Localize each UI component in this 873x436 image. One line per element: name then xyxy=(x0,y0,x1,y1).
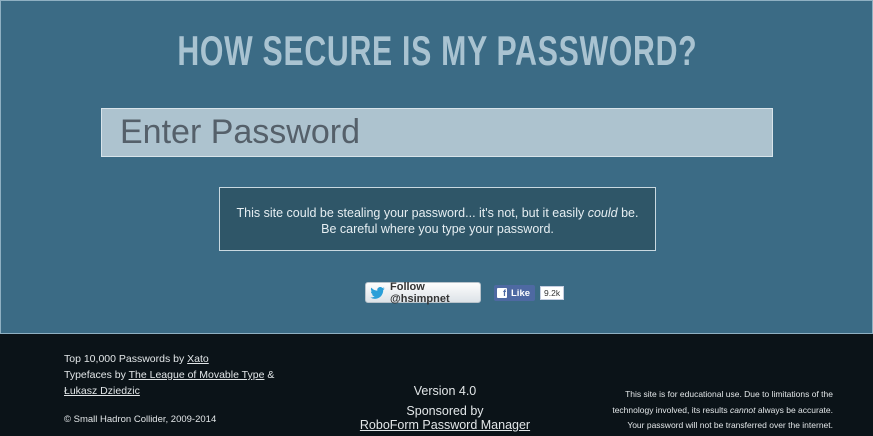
twitter-follow-label: Follow @hsimpnet xyxy=(390,280,450,305)
facebook-like-count: 9.2k xyxy=(540,286,565,300)
security-notice: This site could be stealing your passwor… xyxy=(219,187,656,251)
sponsored-by-label: Sponsored by xyxy=(406,404,484,418)
lukasz-dziedzic-link[interactable]: Łukasz Dziedzic xyxy=(64,385,140,397)
facebook-like-button[interactable]: f Like xyxy=(494,285,536,301)
notice-line2: Be careful where you type your password. xyxy=(321,222,554,236)
credit-passwords-text: Top 10,000 Passwords by xyxy=(64,353,188,365)
disclaimer-line2-em: cannot xyxy=(729,404,756,415)
roboform-link[interactable]: RoboForm Password Manager xyxy=(360,418,530,432)
footer-disclaimer: This site is for educational use. Due to… xyxy=(575,387,833,434)
facebook-f-icon: f xyxy=(497,288,507,298)
footer-center: Version 4.0 Sponsored by RoboForm Passwo… xyxy=(340,384,550,432)
twitter-follow-button[interactable]: Follow @hsimpnet xyxy=(365,280,481,305)
credit-typefaces-text: Typefaces by xyxy=(64,369,129,381)
notice-line1-em: could xyxy=(587,206,618,220)
disclaimer-line2-b: always be accurate. xyxy=(755,404,833,415)
facebook-like-label: Like xyxy=(511,287,531,299)
copyright: © Small Hadron Collider, 2009-2014 xyxy=(64,414,217,425)
credit-ampersand: & xyxy=(264,369,275,381)
disclaimer-line1: This site is for educational use. Due to… xyxy=(625,389,833,399)
notice-line1-b: be. xyxy=(617,206,639,220)
footer: Top 10,000 Passwords by Xato Typefaces b… xyxy=(0,334,873,436)
facebook-like-widget: f Like 9.2k xyxy=(494,285,565,301)
xato-link[interactable]: Xato xyxy=(187,353,209,365)
disclaimer-line2-a: technology involved, its results xyxy=(612,404,730,415)
page-title: HOW SECURE IS MY PASSWORD? xyxy=(177,27,698,74)
league-movable-type-link[interactable]: The League of Movable Type xyxy=(129,369,265,381)
version-label: Version 4.0 xyxy=(413,384,477,398)
footer-credits: Top 10,000 Passwords by Xato Typefaces b… xyxy=(64,351,274,399)
notice-line1-a: This site could be stealing your passwor… xyxy=(236,206,588,220)
twitter-bird-icon xyxy=(370,286,385,299)
main-panel: HOW SECURE IS MY PASSWORD? This site cou… xyxy=(0,0,873,334)
password-input[interactable] xyxy=(101,108,773,157)
disclaimer-line3: Your password will not be transferred ov… xyxy=(627,420,833,430)
